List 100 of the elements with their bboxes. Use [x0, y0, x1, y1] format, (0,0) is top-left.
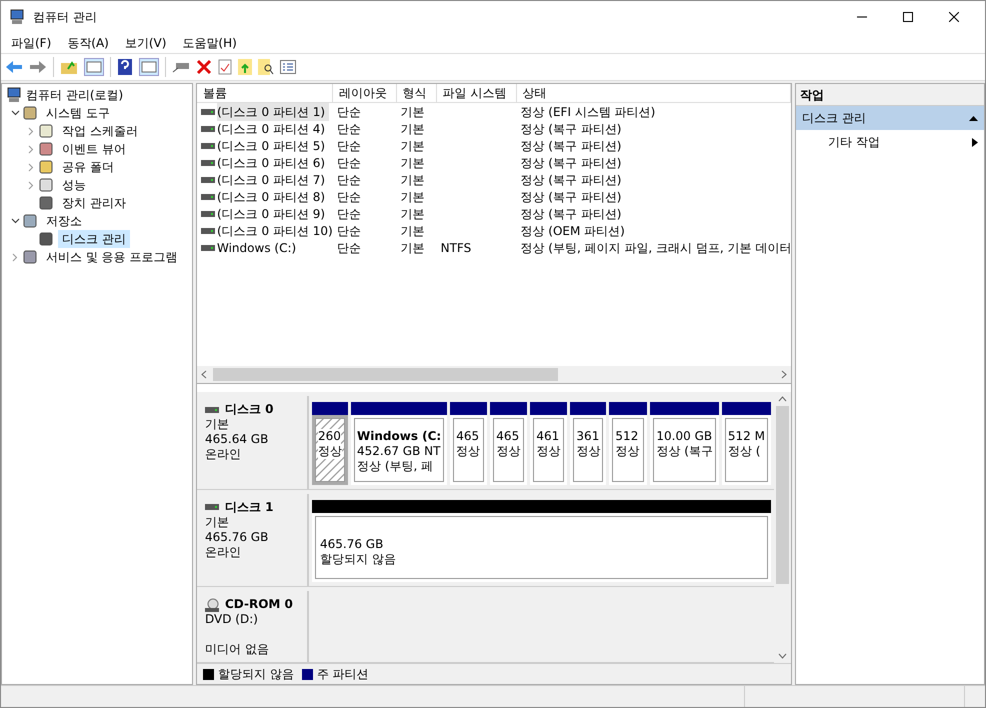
scroll-up-icon[interactable]: [778, 396, 787, 402]
tree-item[interactable]: 컴퓨터 관리(로컬): [26, 86, 124, 104]
collapse-icon[interactable]: [10, 218, 20, 224]
menu-item[interactable]: 동작(A): [61, 34, 115, 52]
maximize-icon[interactable]: [903, 12, 913, 22]
disk-type: 기본: [205, 514, 230, 530]
table-cell-text: 기본: [400, 222, 425, 240]
partition-text: 할당되지 않음: [320, 552, 397, 567]
tree-item[interactable]: 디스크 관리: [58, 230, 130, 248]
expand-icon[interactable]: [28, 144, 34, 154]
table-cell[interactable]: (디스크 0 파티션 8): [217, 188, 326, 206]
partition-block[interactable]: 461 정상: [530, 415, 568, 485]
column-header[interactable]: 파일 시스템: [436, 84, 516, 102]
action-item[interactable]: 기타 작업: [796, 130, 984, 154]
partition-block[interactable]: 10.00 GB 정상 (복구: [650, 415, 719, 485]
partition-text: 정상: [615, 444, 640, 459]
table-cell-text: 정상 (OEM 파티션): [520, 222, 625, 240]
collapse-icon[interactable]: [10, 110, 20, 116]
table-cell[interactable]: Windows (C:): [217, 238, 296, 256]
table-cell-text: 정상 (복구 파티션): [520, 120, 622, 138]
properties-icon[interactable]: [280, 60, 296, 74]
help-icon[interactable]: [117, 58, 133, 76]
menu-item[interactable]: 도움말(H): [176, 34, 243, 52]
drive-icon: [205, 406, 219, 414]
table-cell[interactable]: (디스크 0 파티션 5): [217, 136, 326, 154]
partition-text: 361: [576, 429, 600, 444]
disk-size: 465.64 GB: [205, 432, 270, 447]
table-cell[interactable]: (디스크 0 파티션 6): [217, 154, 326, 172]
partition-text: 10.00 GB: [656, 429, 713, 444]
tree-item[interactable]: 이벤트 뷰어: [58, 140, 130, 158]
actions-title: 작업: [796, 84, 984, 106]
partition-block[interactable]: Windows (C: 452.67 GB NT 정상 (부팅, 페: [351, 415, 448, 485]
folder-up-icon[interactable]: [60, 59, 78, 75]
drive-icon: [201, 158, 215, 166]
partition-block[interactable]: 512 M 정상 (: [722, 415, 771, 485]
tree-item[interactable]: 성능: [58, 176, 90, 194]
upload-icon[interactable]: [238, 59, 252, 75]
table-cell-text: 단순: [336, 188, 361, 206]
partition-block[interactable]: 260 정상: [312, 415, 348, 485]
table-cell[interactable]: (디스크 0 파티션 9): [217, 204, 326, 222]
column-header[interactable]: 상태: [516, 84, 791, 102]
table-cell-text: 단순: [336, 104, 361, 120]
partition-text: 정상 (: [728, 444, 762, 459]
back-icon[interactable]: [5, 60, 23, 74]
tree-item[interactable]: 작업 스케줄러: [58, 122, 142, 140]
legend-label: 주 파티션: [316, 666, 369, 683]
expand-icon[interactable]: [28, 180, 34, 190]
drive-icon: [201, 244, 215, 252]
connect-icon[interactable]: [172, 60, 190, 74]
document-check-icon[interactable]: [218, 59, 232, 75]
search-icon[interactable]: [258, 59, 274, 75]
partition-block[interactable]: 512 정상: [609, 415, 648, 485]
table-cell[interactable]: (디스크 0 파티션 7): [217, 170, 326, 188]
forward-icon[interactable]: [29, 60, 47, 74]
table-cell[interactable]: (디스크 0 파티션 4): [217, 120, 326, 138]
column-header[interactable]: 레이아웃: [332, 84, 397, 102]
column-header[interactable]: 볼륨: [197, 84, 333, 102]
collapse-icon[interactable]: [969, 115, 978, 121]
scroll-right-icon[interactable]: [781, 370, 787, 379]
partition-text: 정상: [536, 444, 562, 459]
partition-text: 정상: [318, 444, 342, 459]
scroll-left-icon[interactable]: [201, 370, 207, 379]
partition-text: 정상: [456, 444, 482, 459]
table-cell-text: 정상 (부팅, 페이지 파일, 크래시 덤프, 기본 데이터: [520, 240, 791, 256]
partition-block[interactable]: 361 정상: [570, 415, 606, 485]
action-pane-icon[interactable]: [139, 58, 159, 76]
partition-block[interactable]: 465 정상: [490, 415, 528, 485]
tree-item[interactable]: 공유 폴더: [58, 158, 118, 176]
expand-icon[interactable]: [28, 126, 34, 136]
tree-item[interactable]: 장치 관리자: [58, 194, 130, 212]
expand-icon[interactable]: [12, 252, 18, 262]
partition-block[interactable]: 465.76 GB 할당되지 않음: [312, 512, 771, 582]
partition-text: 정상 (복구: [656, 444, 713, 459]
tree-item[interactable]: 서비스 및 응용 프로그램: [42, 248, 182, 266]
partition-text: 465: [496, 429, 520, 444]
table-cell[interactable]: (디스크 0 파티션 10): [217, 222, 333, 240]
column-header[interactable]: 형식: [396, 84, 437, 102]
console-tree-icon[interactable]: [84, 58, 104, 76]
partition-text: 정상 (부팅, 페: [357, 459, 434, 474]
table-cell-text: 기본: [400, 206, 425, 222]
drive-icon: [201, 108, 215, 116]
table-cell[interactable]: (디스크 0 파티션 1): [217, 102, 330, 120]
drive-icon: [205, 503, 219, 512]
tree-item[interactable]: 저장소: [42, 212, 86, 230]
close-icon[interactable]: [949, 12, 959, 22]
partition-text: 461: [536, 429, 560, 444]
disk-name: 디스크 1: [225, 500, 274, 515]
partition-text: 452.67 GB NT: [357, 444, 442, 459]
menu-item[interactable]: 파일(F): [5, 34, 58, 52]
menu-item[interactable]: 보기(V): [118, 34, 172, 52]
delete-icon[interactable]: [196, 59, 212, 75]
table-cell-text: 정상 (복구 파티션): [520, 188, 622, 206]
horizontal-scrollbar[interactable]: [197, 366, 791, 383]
actions-section[interactable]: 디스크 관리: [796, 106, 984, 130]
table-cell-text: NTFS: [440, 240, 472, 256]
scroll-down-icon[interactable]: [778, 653, 787, 659]
expand-icon[interactable]: [28, 162, 34, 172]
tree-item[interactable]: 시스템 도구: [42, 104, 114, 122]
drive-icon: [201, 124, 215, 132]
partition-block[interactable]: 465 정상: [450, 415, 488, 485]
